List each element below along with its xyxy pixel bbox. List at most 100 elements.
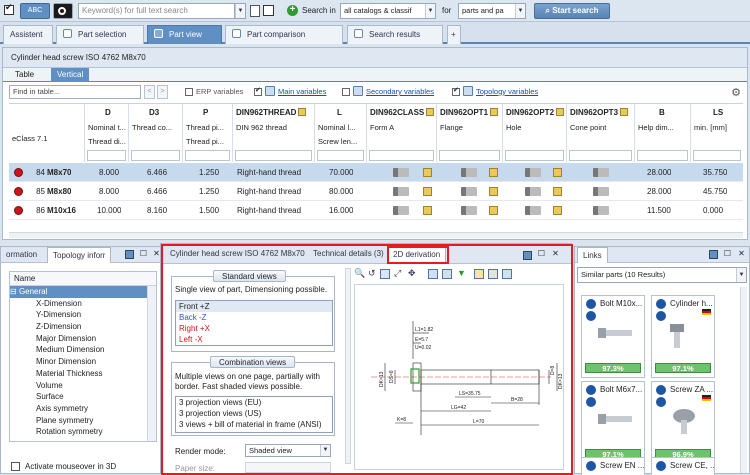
cone-point-thumbnail[interactable] (593, 168, 609, 177)
similar-part-card[interactable]: Bolt M6x7... 97.1% (581, 381, 645, 464)
column-filter-input[interactable] (693, 150, 741, 161)
tab-part-view[interactable]: Part view (147, 25, 222, 44)
form-a-thumbnail[interactable] (393, 168, 409, 177)
edit-icon[interactable] (490, 108, 499, 116)
tree-item[interactable]: Surface (10, 391, 156, 403)
checkbox[interactable] (263, 5, 274, 16)
hole-thumbnail[interactable] (525, 168, 541, 177)
tree-header-name[interactable]: Name (10, 272, 156, 286)
maximize-icon[interactable]: ☐ (139, 250, 148, 259)
tab-part-selection[interactable]: Part selection (56, 25, 144, 44)
keyword-history-dropdown[interactable]: ▼ (234, 3, 246, 19)
column-filter-input[interactable] (637, 150, 688, 161)
column-filter-input[interactable] (439, 150, 500, 161)
tree-group-general[interactable]: ⊟ General (10, 286, 156, 298)
tab-information[interactable]: ormation (1, 247, 42, 263)
tree-item[interactable]: Plane symmetry (10, 415, 156, 427)
similar-part-card[interactable]: Screw CE, ... (651, 457, 715, 475)
column-header[interactable]: L Nominal l... Screw len... (315, 104, 367, 162)
edit-icon[interactable] (298, 108, 307, 116)
checkbox-icon[interactable]: ✔ (3, 2, 15, 19)
table-row[interactable]: 86 M10x16 10.000 8.160 1.500 Right-hand … (9, 201, 743, 220)
column-filter-input[interactable] (87, 150, 126, 161)
main-variables-checkbox[interactable] (254, 86, 262, 96)
main-variables-link[interactable]: Main variables (278, 87, 326, 96)
edit-icon[interactable] (423, 187, 432, 196)
column-filter-input[interactable] (569, 150, 632, 161)
hole-thumbnail[interactable] (525, 187, 541, 196)
column-header[interactable]: B Help dim... (635, 104, 691, 162)
flange-thumbnail[interactable] (461, 168, 477, 177)
similar-part-card[interactable]: Screw EN ... (581, 457, 645, 475)
binoculars-icon[interactable] (53, 3, 73, 19)
search-in-dropdown[interactable]: all catalogs & classif ▼ (340, 3, 436, 19)
tab-assistent[interactable]: Assistent (3, 25, 53, 44)
abc-toggle-button[interactable]: ABC (20, 3, 50, 19)
find-previous-button[interactable]: < (144, 85, 155, 99)
column-filter-input[interactable] (317, 150, 364, 161)
column-header[interactable]: DIN962CLASS Form A (367, 104, 437, 162)
vertical-scrollbar[interactable] (740, 287, 747, 473)
column-header[interactable]: P Thread pi... Thread pi... (183, 104, 233, 162)
flange-thumbnail[interactable] (461, 206, 477, 215)
tree-item[interactable]: X-Dimension (10, 298, 156, 310)
edit-icon[interactable] (553, 206, 562, 215)
find-next-button[interactable]: > (157, 85, 168, 99)
tree-item[interactable]: Volume (10, 380, 156, 392)
edit-icon[interactable] (556, 108, 565, 116)
similar-part-card[interactable]: Cylinder h... 97.1% (651, 295, 715, 378)
column-filter-input[interactable] (235, 150, 312, 161)
edit-icon[interactable] (423, 206, 432, 215)
column-header[interactable]: LS min. [mm] (691, 104, 743, 162)
tab-search-results[interactable]: Search results (347, 25, 443, 44)
topology-variables-checkbox[interactable] (452, 86, 460, 96)
column-filter-input[interactable] (369, 150, 434, 161)
erp-variables-checkbox[interactable] (185, 88, 193, 96)
column-header[interactable]: DIN962THREAD DIN 962 thread (233, 104, 315, 162)
add-tab-button[interactable]: + (447, 25, 461, 44)
maximize-icon[interactable]: ☐ (723, 250, 732, 259)
edit-icon[interactable] (489, 187, 498, 196)
cone-point-thumbnail[interactable] (593, 187, 609, 196)
column-header[interactable]: DIN962OPT1 Flange (437, 104, 503, 162)
horizontal-scrollbar[interactable] (9, 232, 743, 238)
close-icon[interactable]: ✕ (737, 250, 746, 259)
tree-item[interactable]: Z-Dimension (10, 321, 156, 333)
tab-vertical[interactable]: Vertical (51, 68, 90, 82)
column-header[interactable]: D3 Thread co... (129, 104, 183, 162)
column-filter-input[interactable] (505, 150, 564, 161)
vertical-scrollbar[interactable] (147, 286, 156, 441)
column-header[interactable]: DIN962OPT2 Hole (503, 104, 567, 162)
column-filter-input[interactable] (131, 150, 180, 161)
secondary-variables-link[interactable]: Secondary variables (366, 87, 434, 96)
tab-part-comparison[interactable]: Part comparison (225, 25, 343, 44)
edit-icon[interactable] (553, 168, 562, 177)
tree-item[interactable]: Minor Dimension (10, 356, 156, 368)
tab-links[interactable]: Links (577, 247, 608, 263)
flange-thumbnail[interactable] (461, 187, 477, 196)
for-dropdown[interactable]: parts and pa ▼ (458, 3, 526, 19)
edit-icon[interactable] (489, 206, 498, 215)
add-icon[interactable]: + (287, 5, 298, 16)
column-header[interactable]: D Nominal t... Thread di... (85, 104, 129, 162)
edit-icon[interactable] (489, 168, 498, 177)
tree-item[interactable]: Axis symmetry (10, 403, 156, 415)
tree-item[interactable]: Y-Dimension (10, 309, 156, 321)
dock-icon[interactable] (709, 250, 718, 259)
edit-icon[interactable] (620, 108, 629, 116)
start-search-button[interactable]: ⌕ Start search (534, 3, 610, 19)
tree-item[interactable]: Medium Dimension (10, 344, 156, 356)
topology-variables-link[interactable]: Topology variables (476, 87, 538, 96)
table-row[interactable]: 85 M8x80 8.000 6.466 1.250 Right-hand th… (9, 182, 743, 201)
tree-item[interactable]: Rotation symmetry (10, 426, 156, 438)
column-filter-input[interactable] (185, 150, 230, 161)
document-icon[interactable] (250, 5, 260, 17)
similar-parts-dropdown[interactable]: Similar parts (10 Results) ▼ (577, 267, 747, 283)
form-a-thumbnail[interactable] (393, 187, 409, 196)
edit-icon[interactable] (426, 108, 435, 116)
keyword-search-input[interactable]: Keyword(s) for full text search (78, 3, 246, 19)
tab-topology-info[interactable]: Topology inforr (47, 247, 112, 263)
similar-part-card[interactable]: Screw ZA ... 96.9% (651, 381, 715, 464)
edit-icon[interactable] (423, 168, 432, 177)
dock-icon[interactable] (125, 250, 134, 259)
